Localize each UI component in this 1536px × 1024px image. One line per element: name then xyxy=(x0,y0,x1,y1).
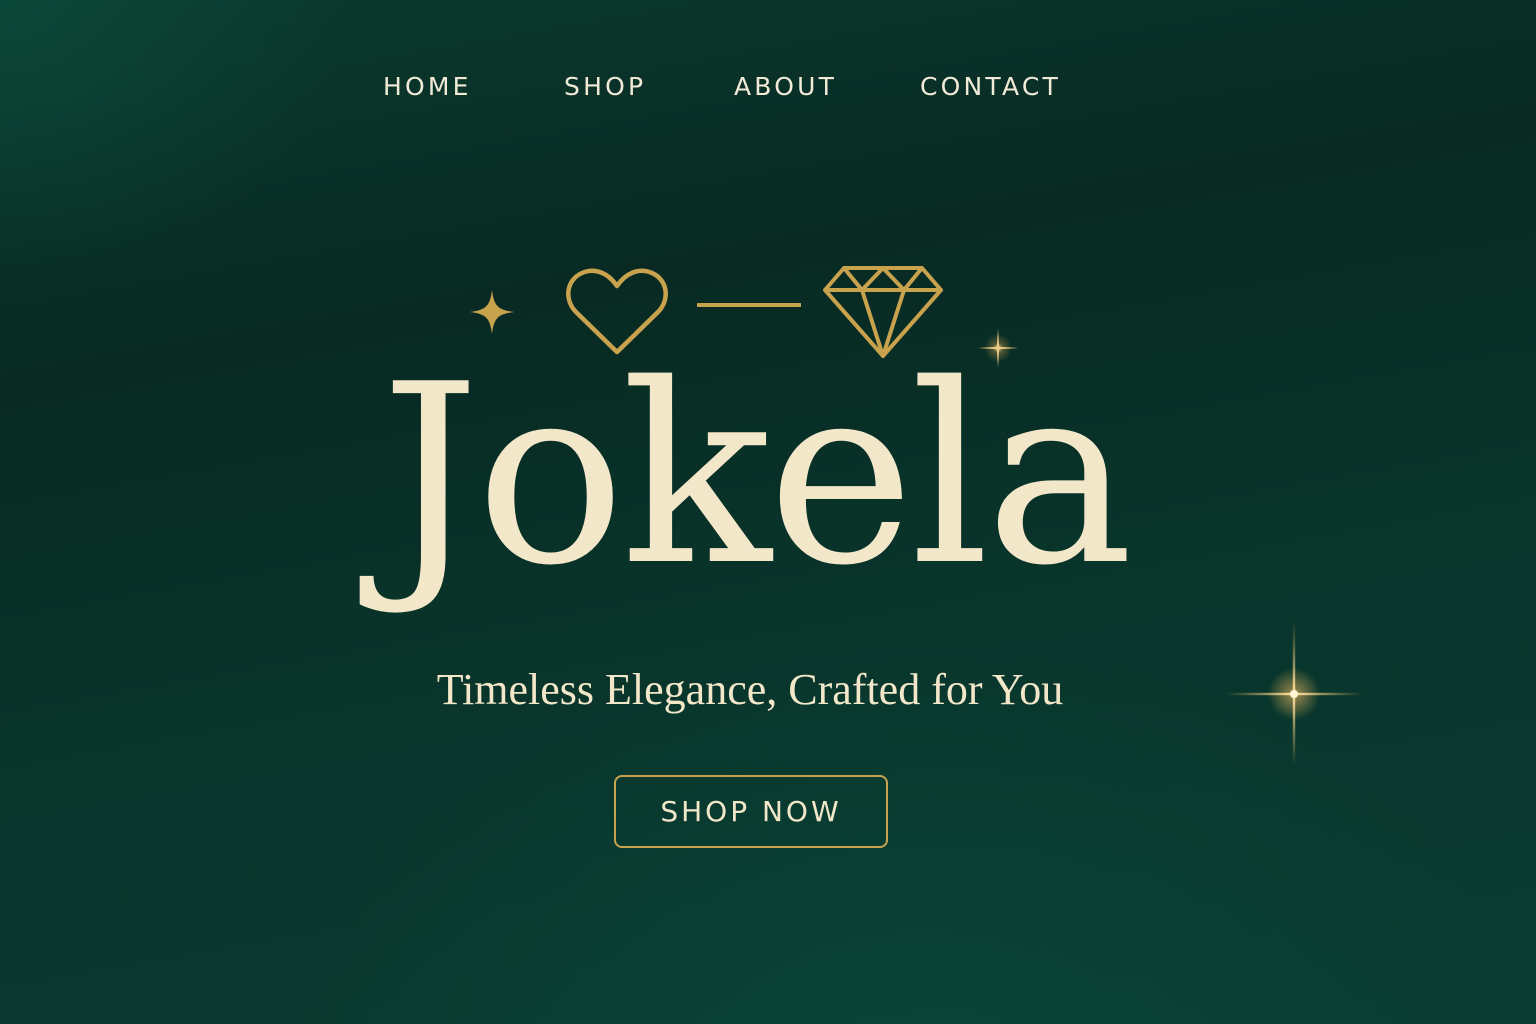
hero-tagline: Timeless Elegance, Crafted for You xyxy=(436,665,1064,714)
line-divider xyxy=(697,303,801,307)
nav-home-link[interactable]: HOME xyxy=(383,72,472,101)
nav-shop-link[interactable]: SHOP xyxy=(564,72,646,101)
shop-now-button[interactable]: SHOP NOW xyxy=(614,775,888,848)
nav-about-link[interactable]: ABOUT xyxy=(734,72,837,101)
main-nav: HOME SHOP ABOUT CONTACT xyxy=(0,72,1536,112)
nav-contact-link[interactable]: CONTACT xyxy=(920,72,1061,101)
sparkle-icon xyxy=(470,290,514,334)
brand-wordmark: Jokela xyxy=(380,332,1134,620)
